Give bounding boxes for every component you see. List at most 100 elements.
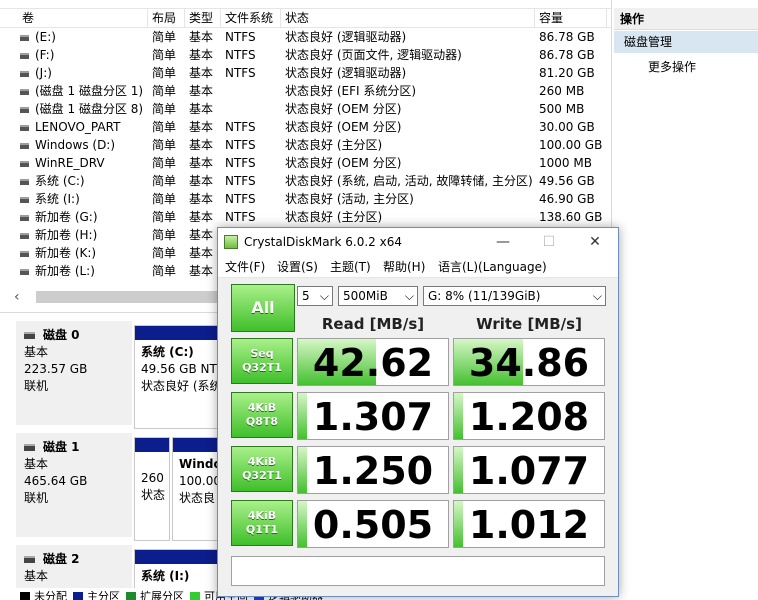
menu-theme[interactable]: 主题(T) (330, 259, 371, 275)
table-row[interactable]: 新加卷 (G:) 简单 基本 NTFS 状态良好 (主分区) 138.60 GB (0, 208, 611, 226)
partition-status: 状态 (141, 488, 166, 502)
menu-settings[interactable]: 设置(S) (277, 259, 318, 275)
volume-name: WinRE_DRV (16, 154, 148, 172)
read-result-value: 1.250 (312, 449, 434, 493)
volume-capacity: 260 MB (539, 84, 585, 98)
volume-icon (20, 268, 29, 275)
col-volume[interactable]: 卷 (18, 9, 148, 27)
disk-0-partition-c[interactable]: 系统 (C:) 49.56 GB NTF 状态良好 (系统 (134, 325, 224, 429)
volume-icon (20, 106, 29, 113)
volume-name: (E:) (16, 28, 148, 46)
drive-select[interactable]: G: 8% (11/139GiB) ⌵ (423, 286, 606, 306)
volume-type: 基本 (189, 210, 214, 224)
cdm-titlebar[interactable]: CrystalDiskMark 6.0.2 x64 — ☐ ✕ (218, 228, 618, 256)
volume-filesystem (221, 82, 281, 100)
volume-type: 基本 (189, 120, 214, 134)
scroll-left-icon[interactable]: ‹ (14, 288, 32, 306)
volume-capacity: 49.56 GB (539, 174, 595, 188)
col-layout[interactable]: 布局 (148, 9, 185, 27)
minimize-icon[interactable]: — (480, 228, 526, 256)
volume-name-text: (E:) (35, 30, 56, 44)
close-icon[interactable]: ✕ (572, 228, 618, 256)
disk-2-type: 基本 (24, 569, 49, 583)
disk-1-title: 磁盘 1 (43, 440, 80, 454)
col-type[interactable]: 类型 (185, 9, 221, 27)
volume-name-text: (磁盘 1 磁盘分区 1) (35, 84, 144, 98)
table-row[interactable]: (J:) 简单 基本 NTFS 状态良好 (逻辑驱动器) 81.20 GB (0, 64, 611, 82)
partition-size: 100.00 (179, 474, 221, 488)
disk-2-partition-i[interactable]: 系统 (I:) (134, 549, 224, 588)
write-header: Write [MB/s] (476, 315, 582, 333)
table-row[interactable]: (磁盘 1 磁盘分区 8) 简单 基本 状态良好 (OEM 分区) 500 MB (0, 100, 611, 118)
volume-name: (磁盘 1 磁盘分区 8) (16, 100, 148, 118)
volume-filesystem: NTFS (225, 30, 256, 44)
volume-capacity: 1000 MB (539, 156, 592, 170)
volume-layout: 简单 (152, 192, 177, 206)
volume-name: 新加卷 (K:) (16, 244, 148, 262)
table-row[interactable]: (磁盘 1 磁盘分区 1) 简单 基本 状态良好 (EFI 系统分区) 260 MB (0, 82, 611, 100)
volume-layout: 简单 (152, 228, 177, 242)
action-disk-management[interactable]: 磁盘管理 (614, 31, 758, 53)
disk-1-partition-efi[interactable]: 260 状态 (134, 437, 170, 541)
test-size-select[interactable]: 500MiB ⌵ (338, 286, 418, 306)
volume-icon (20, 142, 29, 149)
partition-size: 49.56 GB NTF (141, 362, 224, 376)
volume-capacity: 46.90 GB (539, 192, 595, 206)
cdm-menubar: 文件(F) 设置(S) 主题(T) 帮助(H) 语言(L)(Language) (218, 256, 618, 278)
read-result-value: 1.307 (312, 395, 434, 439)
test-label: Q1T1 (245, 523, 279, 536)
table-row[interactable]: 系统 (I:) 简单 基本 NTFS 状态良好 (活动, 主分区) 46.90 GB (0, 190, 611, 208)
horizontal-scrollbar[interactable]: ‹ (14, 288, 236, 306)
maximize-icon[interactable]: ☐ (526, 228, 572, 256)
col-filesystem[interactable]: 文件系统 (221, 9, 281, 27)
volume-icon (20, 124, 29, 131)
table-row[interactable]: LENOVO_PART 简单 基本 NTFS 状态良好 (OEM 分区) 30.00 GB (0, 118, 611, 136)
all-button[interactable]: All (231, 284, 295, 332)
actions-title: 操作 (614, 8, 758, 30)
volume-filesystem: NTFS (225, 210, 256, 224)
volume-layout: 简单 (152, 120, 177, 134)
volume-status: 状态良好 (OEM 分区) (285, 102, 402, 116)
test-button[interactable]: 4KiB Q8T8 (231, 392, 293, 438)
scrollbar-thumb[interactable] (36, 291, 236, 303)
primary-partition-bar (135, 550, 223, 564)
partition-status: 状态良好 (系统 (141, 379, 222, 393)
partition-label: 系统 (I:) (141, 569, 190, 583)
disk-0-size: 223.57 GB (24, 362, 88, 376)
volume-capacity: 86.78 GB (539, 48, 595, 62)
table-row[interactable]: 系统 (C:) 简单 基本 NTFS 状态良好 (系统, 启动, 活动, 故障转储, 主… (0, 172, 611, 190)
table-row[interactable]: WinRE_DRV 简单 基本 NTFS 状态良好 (OEM 分区) 1000 MB (0, 154, 611, 172)
disk-management-screen: 卷 布局 类型 文件系统 状态 容量 (E:) 简单 基本 NTFS 状态良好 (逻辑驱… (0, 0, 758, 600)
menu-help[interactable]: 帮助(H) (383, 259, 425, 275)
comment-field[interactable] (231, 556, 605, 586)
table-row[interactable]: Windows (D:) 简单 基本 NTFS 状态良好 (主分区) 100.00 GB (0, 136, 611, 154)
volume-type: 基本 (189, 246, 214, 260)
action-more-actions[interactable]: 更多操作 (648, 57, 696, 77)
col-status[interactable]: 状态 (281, 9, 535, 27)
write-result-cell: 1.012 (453, 500, 605, 548)
volume-layout: 简单 (152, 102, 177, 116)
write-result-value: 1.077 (468, 449, 590, 493)
volume-name-text: 新加卷 (L:) (35, 264, 95, 278)
disk-1-info[interactable]: 磁盘 1 基本 465.64 GB 联机 (16, 433, 132, 537)
col-capacity[interactable]: 容量 (535, 9, 607, 27)
table-row[interactable]: (E:) 简单 基本 NTFS 状态良好 (逻辑驱动器) 86.78 GB (0, 28, 611, 46)
test-button[interactable]: 4KiB Q32T1 (231, 446, 293, 492)
write-result-cell: 1.208 (453, 392, 605, 440)
test-button[interactable]: Seq Q32T1 (231, 338, 293, 384)
volume-type: 基本 (189, 84, 214, 98)
disk-0-info[interactable]: 磁盘 0 基本 223.57 GB 联机 (16, 321, 132, 425)
menu-file[interactable]: 文件(F) (225, 259, 265, 275)
disk-0-type: 基本 (24, 345, 49, 359)
read-result-cell: 1.250 (297, 446, 449, 494)
read-result-cell: 1.307 (297, 392, 449, 440)
chevron-down-icon: ⌵ (592, 289, 602, 303)
volume-icon (20, 70, 29, 77)
menu-language[interactable]: 语言(L)(Language) (438, 259, 547, 275)
volume-layout: 简单 (152, 138, 177, 152)
test-count-select[interactable]: 5 ⌵ (297, 286, 333, 306)
test-button[interactable]: 4KiB Q1T1 (231, 500, 293, 546)
volume-type: 基本 (189, 102, 214, 116)
disk-2-info[interactable]: 磁盘 2 基本 (16, 545, 132, 588)
table-row[interactable]: (F:) 简单 基本 NTFS 状态良好 (页面文件, 逻辑驱动器) 86.78 GB (0, 46, 611, 64)
